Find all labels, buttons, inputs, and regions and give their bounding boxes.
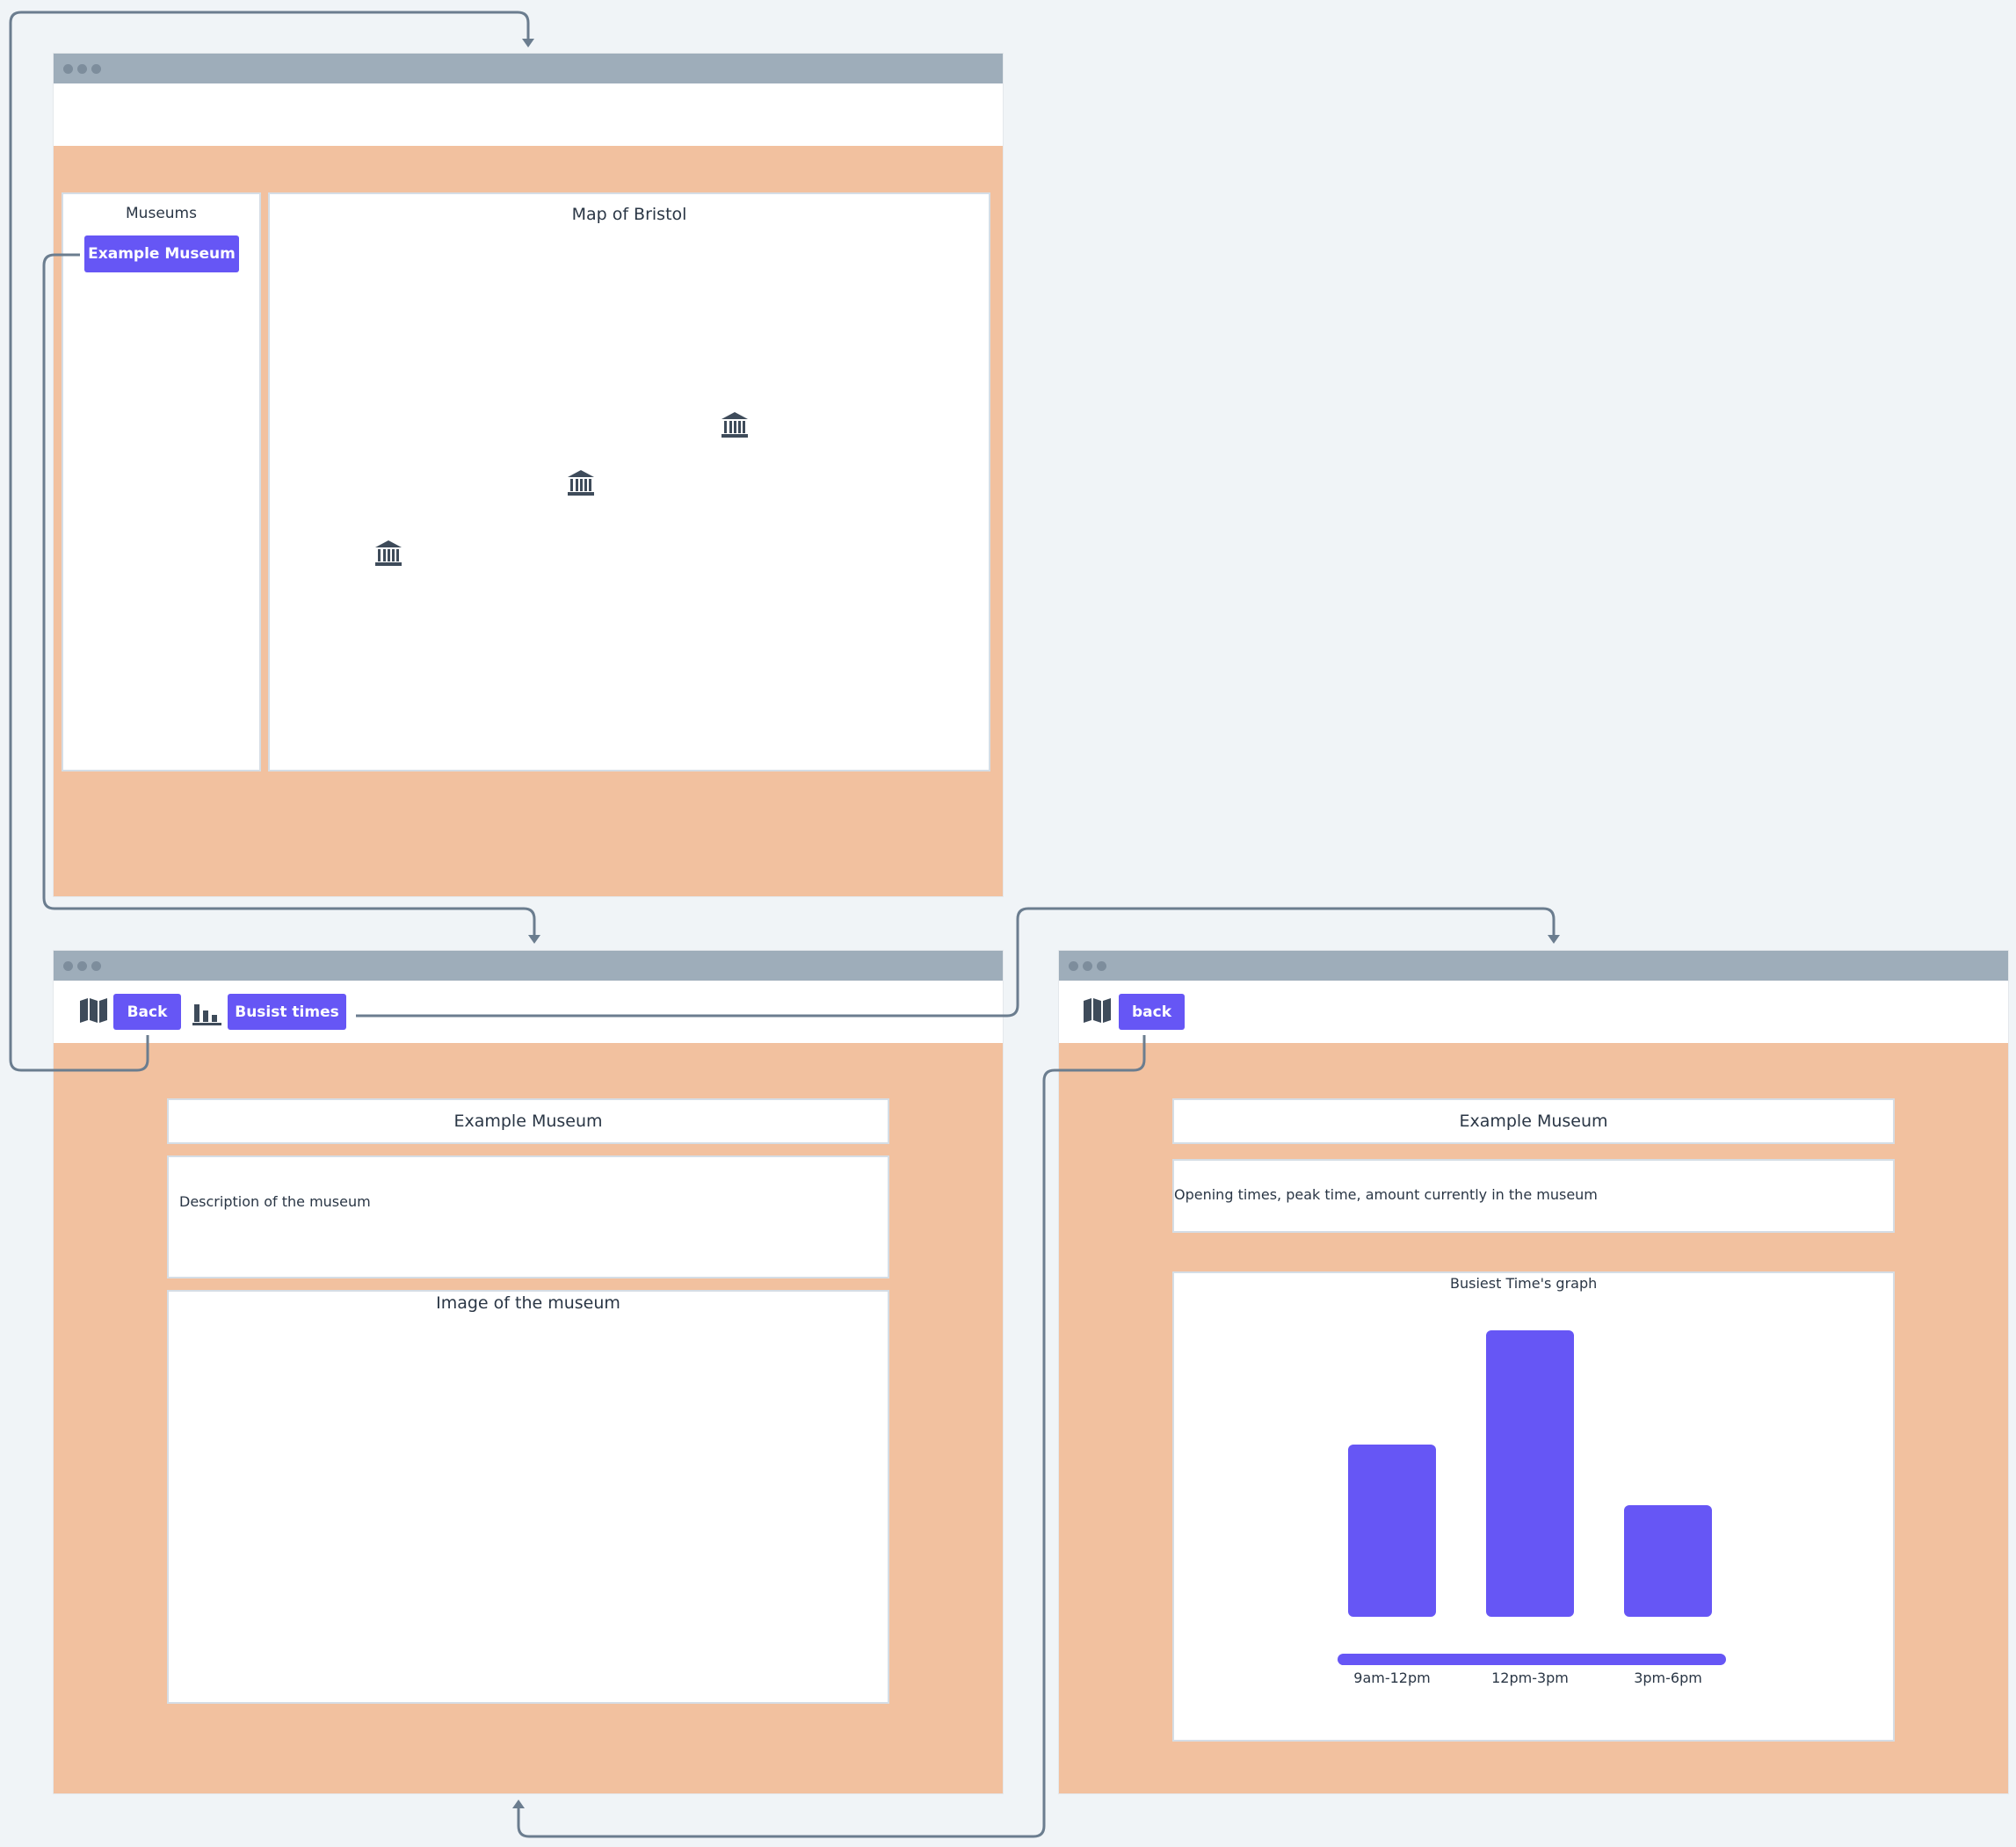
description-box: Description of the museum [167, 1155, 889, 1278]
window-titlebar [54, 54, 1003, 83]
header-bar [54, 83, 1003, 146]
header-bar: back [1059, 981, 2008, 1043]
arrowhead [522, 39, 534, 47]
museum-title-box: Example Museum [167, 1098, 889, 1144]
bar-12pm-3pm [1486, 1330, 1574, 1617]
museum-icon[interactable] [373, 539, 403, 569]
arrowhead [512, 1800, 525, 1808]
busiest-times-window: back Example Museum Opening times, peak … [1059, 951, 2008, 1793]
bar-chart-icon [192, 1004, 221, 1025]
busiest-times-button[interactable]: Busist times [228, 994, 346, 1030]
arrowhead [528, 935, 540, 944]
map-title: Map of Bristol [571, 205, 687, 224]
back-button[interactable]: Back [113, 994, 181, 1030]
info-box: Opening times, peak time, amount current… [1172, 1159, 1895, 1233]
arrowhead [1548, 935, 1560, 944]
window-titlebar [54, 951, 1003, 981]
x-axis-line [1338, 1654, 1726, 1665]
museum-title: Example Museum [453, 1112, 603, 1131]
back-button[interactable]: back [1119, 994, 1185, 1030]
museum-detail-window: Back Busist times Example Museum Descrip… [54, 951, 1003, 1793]
map-panel[interactable]: Map of Bristol [268, 192, 990, 771]
main-screen-window: Museums Example Museum Map of Bristol [54, 54, 1003, 896]
museum-title-box: Example Museum [1172, 1098, 1895, 1144]
map-icon [1084, 998, 1111, 1023]
x-tick-label: 9am-12pm [1353, 1670, 1431, 1686]
museum-title: Example Museum [1459, 1112, 1608, 1131]
bar-chart: 9am-12pm 12pm-3pm 3pm-6pm [1174, 1273, 1893, 1740]
busiest-graph-panel: Busiest Time's graph 9am-12pm 12pm-3pm 3pm… [1172, 1271, 1895, 1742]
info-text: Opening times, peak time, amount current… [1174, 1186, 1598, 1203]
example-museum-button[interactable]: Example Museum [84, 235, 239, 272]
image-label: Image of the museum [436, 1293, 620, 1313]
x-tick-label: 3pm-6pm [1634, 1670, 1702, 1686]
x-tick-label: 12pm-3pm [1491, 1670, 1569, 1686]
museums-sidebar: Museums Example Museum [62, 192, 261, 771]
map-icon [80, 998, 107, 1023]
header-bar: Back Busist times [54, 981, 1003, 1043]
sidebar-title: Museums [126, 205, 197, 222]
museum-image-box: Image of the museum [167, 1290, 889, 1704]
bar-3pm-6pm [1624, 1505, 1712, 1617]
bar-9am-12pm [1348, 1445, 1436, 1617]
description-text: Description of the museum [179, 1193, 371, 1210]
museum-icon[interactable] [720, 410, 750, 440]
window-titlebar [1059, 951, 2008, 981]
museum-icon[interactable] [566, 468, 596, 498]
